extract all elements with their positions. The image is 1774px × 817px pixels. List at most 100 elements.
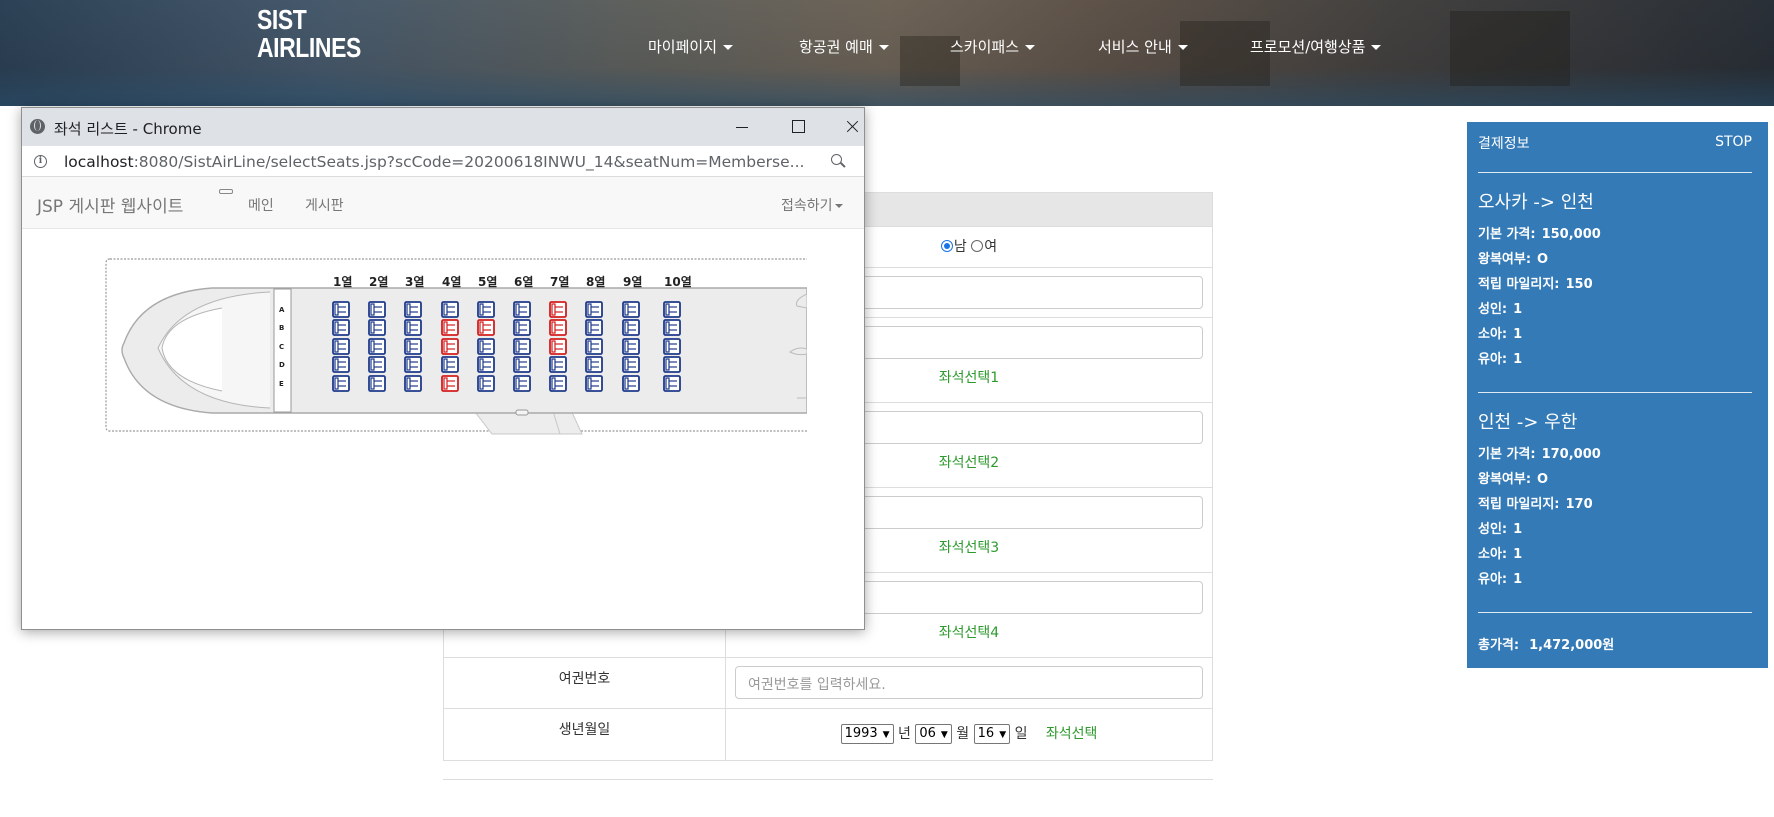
seat-B6-available[interactable] — [513, 319, 531, 336]
hatch — [515, 409, 529, 416]
base-price-2: 기본 가격: 170,000 — [1478, 447, 1601, 462]
divider — [1478, 612, 1752, 613]
nav-skypass[interactable]: 스카이패스 — [950, 36, 1036, 57]
column-label-1: 1열 — [333, 274, 352, 289]
seat-B3-available[interactable] — [404, 319, 422, 336]
caret-down-icon — [878, 45, 889, 50]
seat-A4-available[interactable] — [441, 301, 459, 318]
birthdate-seat-select-link[interactable]: 좌석선택 — [1046, 726, 1098, 742]
maximize-button[interactable] — [770, 108, 826, 146]
birth-year-select[interactable]: 1993 ▼ — [840, 724, 894, 744]
seat-D8-available[interactable] — [585, 356, 603, 373]
seat-D5-available[interactable] — [477, 356, 495, 373]
site-logo[interactable]: SIST AIRLINES — [257, 6, 361, 62]
seat-B1-available[interactable] — [332, 319, 350, 336]
seat-C10-available[interactable] — [663, 338, 681, 355]
seat-A3-available[interactable] — [404, 301, 422, 318]
column-label-7: 7열 — [550, 274, 569, 289]
nav-mypage[interactable]: 마이페이지 — [648, 36, 734, 57]
passport-row: 여권번호 여권번호를 입력하세요. — [444, 657, 1212, 708]
passport-input[interactable]: 여권번호를 입력하세요. — [735, 666, 1203, 699]
column-label-10: 10열 — [664, 274, 692, 289]
nav-service[interactable]: 서비스 안내 — [1098, 36, 1188, 57]
row-label-E: E — [279, 380, 284, 388]
seat-C3-available[interactable] — [404, 338, 422, 355]
seat-A8-available[interactable] — [585, 301, 603, 318]
birth-day-select[interactable]: 16 ▼ — [973, 724, 1011, 744]
caret-down-icon — [1025, 45, 1036, 50]
nav-promotion[interactable]: 프로모션/여행상품 — [1250, 36, 1382, 57]
seat-C8-available[interactable] — [585, 338, 603, 355]
seat-E5-available[interactable] — [477, 375, 495, 392]
seat-D6-available[interactable] — [513, 356, 531, 373]
close-button[interactable] — [824, 108, 880, 146]
logo-line-1: SIST — [257, 4, 307, 35]
site-header: SIST AIRLINES 마이페이지 항공권 예매 스카이패스 서비스 안내 … — [0, 0, 1774, 106]
seat-E8-available[interactable] — [585, 375, 603, 392]
info-icon[interactable]: i — [34, 155, 47, 168]
nav-board-link[interactable]: 게시판 — [305, 195, 344, 215]
gender-female-radio[interactable] — [971, 240, 984, 252]
seat-B8-available[interactable] — [585, 319, 603, 336]
seat-C1-available[interactable] — [332, 338, 350, 355]
address-bar[interactable]: i localhost:8080/SistAirLine/selectSeats… — [22, 146, 864, 177]
seat-D10-available[interactable] — [663, 356, 681, 373]
seat-C2-available[interactable] — [368, 338, 386, 355]
seat-D9-available[interactable] — [622, 356, 640, 373]
row-label-B: B — [279, 324, 284, 332]
seat-C6-available[interactable] — [513, 338, 531, 355]
nav-booking[interactable]: 항공권 예매 — [799, 36, 889, 57]
seat-D2-available[interactable] — [368, 356, 386, 373]
seat-A1-available[interactable] — [332, 301, 350, 318]
zoom-icon[interactable] — [831, 154, 845, 168]
birthdate-controls: 1993 ▼ 년 06 ▼ 월 16 ▼ 일 좌석선택 — [726, 723, 1212, 744]
seat-B2-available[interactable] — [368, 319, 386, 336]
nav-connect-dropdown[interactable]: 접속하기 — [781, 195, 843, 215]
seat-B4-occupied — [441, 319, 459, 336]
seat-E1-available[interactable] — [332, 375, 350, 392]
round-trip-1: 왕복여부: O — [1478, 252, 1549, 267]
infant-count-1: 유아: 1 — [1478, 352, 1523, 367]
caret-down-icon — [1371, 45, 1382, 50]
seat-E3-available[interactable] — [404, 375, 422, 392]
seat-C5-available[interactable] — [477, 338, 495, 355]
column-label-4: 4열 — [442, 274, 461, 289]
seat-C9-available[interactable] — [622, 338, 640, 355]
row-label-A: A — [279, 306, 285, 314]
seat-A2-available[interactable] — [368, 301, 386, 318]
seat-D4-available[interactable] — [441, 356, 459, 373]
seat-B7-occupied — [549, 319, 567, 336]
gender-male-radio[interactable] — [940, 240, 953, 252]
navbar-brand[interactable]: JSP 게시판 웹사이트 — [37, 192, 183, 217]
nav-main-link[interactable]: 메인 — [248, 195, 274, 215]
birthdate-row: 생년월일 1993 ▼ 년 06 ▼ 월 16 ▼ 일 좌석선택 — [444, 708, 1212, 760]
window-titlebar[interactable]: 좌석 리스트 - Chrome — [22, 108, 864, 146]
seat-A9-available[interactable] — [622, 301, 640, 318]
navbar-toggle-icon[interactable] — [219, 189, 233, 194]
round-trip-2: 왕복여부: O — [1478, 472, 1549, 487]
seat-E9-available[interactable] — [622, 375, 640, 392]
seat-D7-available[interactable] — [549, 356, 567, 373]
route-title-2: 인천 -> 우한 — [1478, 412, 1578, 433]
seat-E7-available[interactable] — [549, 375, 567, 392]
seat-E2-available[interactable] — [368, 375, 386, 392]
airplane-seat-map: 1열 2열 3열 4열 5열 6열 7열 8열 9열 10열 A B C D E — [105, 258, 808, 435]
gender-male-label: 남 — [953, 239, 967, 255]
seat-A6-available[interactable] — [513, 301, 531, 318]
seat-B9-available[interactable] — [622, 319, 640, 336]
seat-B10-available[interactable] — [663, 319, 681, 336]
mileage-2: 적립 마일리지: 170 — [1478, 497, 1593, 512]
url-text[interactable]: localhost:8080/SistAirLine/selectSeats.j… — [64, 153, 814, 171]
seat-A10-available[interactable] — [663, 301, 681, 318]
seat-D1-available[interactable] — [332, 356, 350, 373]
total-price: 총가격: 1,472,000원 — [1478, 638, 1615, 653]
caret-down-icon — [834, 204, 843, 208]
seat-E10-available[interactable] — [663, 375, 681, 392]
globe-icon — [30, 119, 45, 134]
birth-month-select[interactable]: 06 ▼ — [915, 724, 952, 744]
seat-E6-available[interactable] — [513, 375, 531, 392]
seat-A5-available[interactable] — [477, 301, 495, 318]
mileage-1: 적립 마일리지: 150 — [1478, 277, 1593, 292]
seat-D3-available[interactable] — [404, 356, 422, 373]
minimize-button[interactable] — [714, 108, 770, 146]
